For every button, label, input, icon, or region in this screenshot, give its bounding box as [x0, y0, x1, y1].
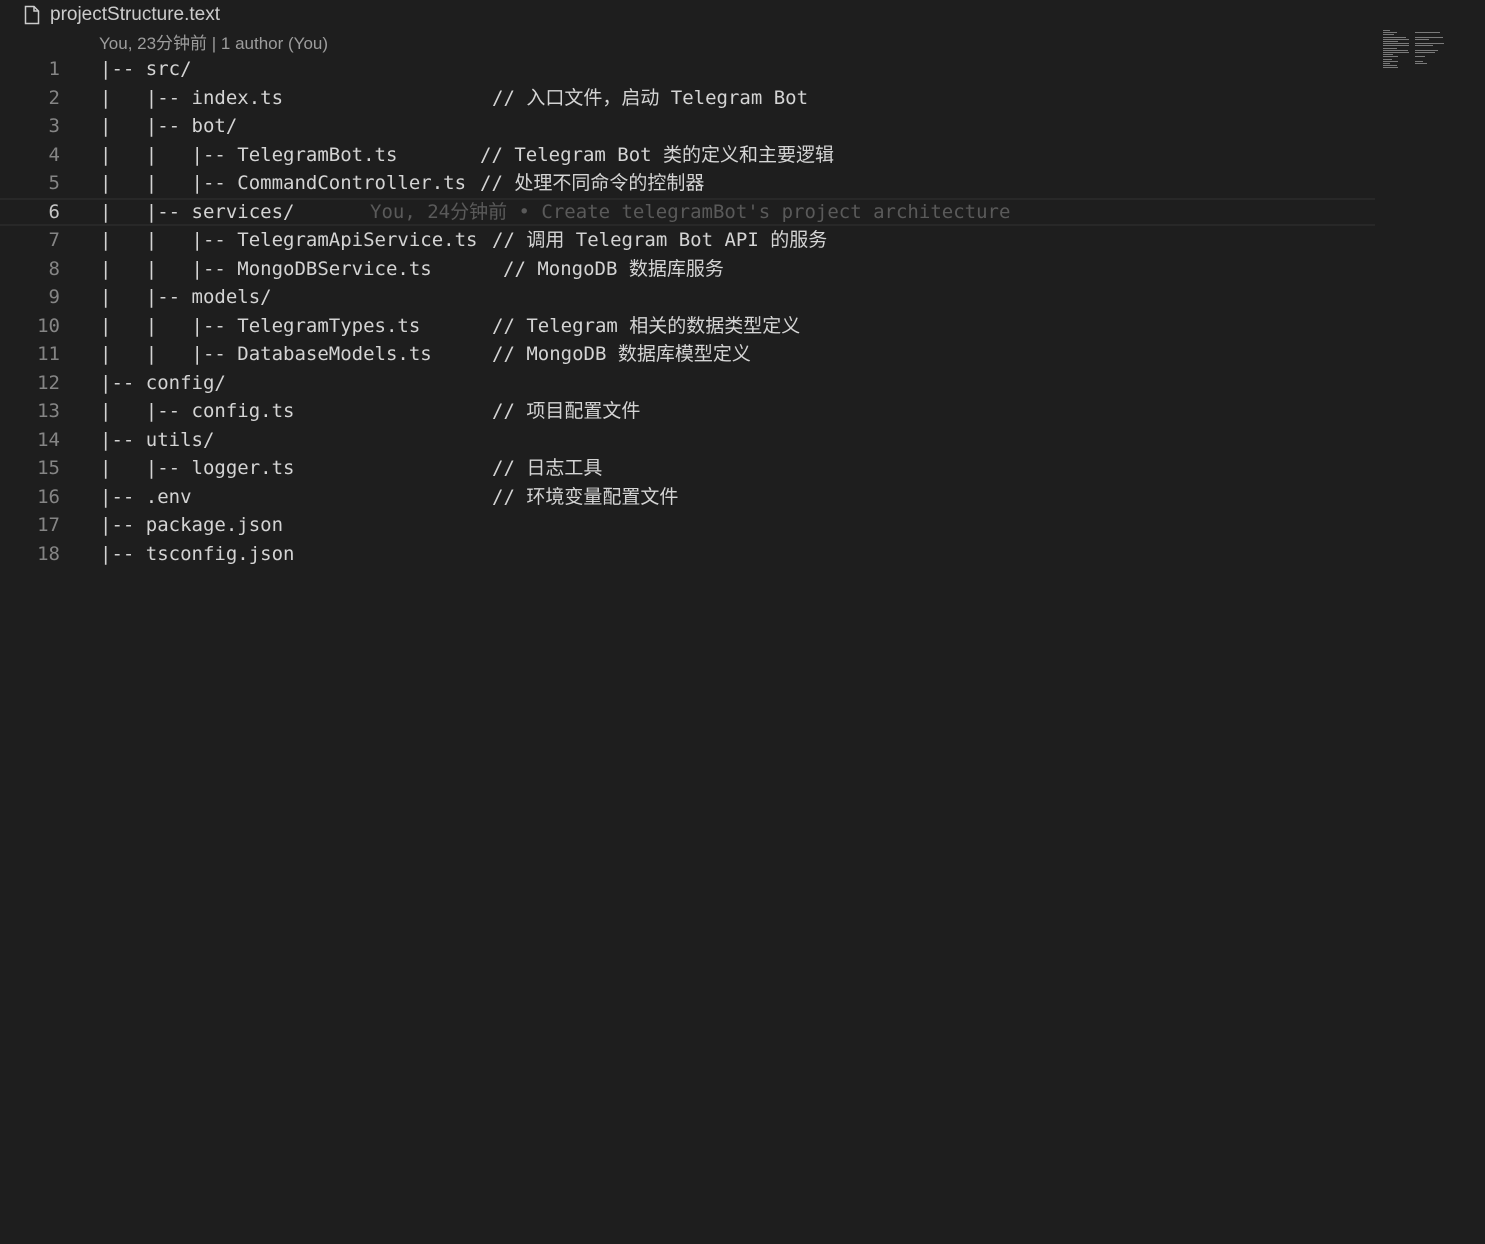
editor-tab-header[interactable]: projectStructure.text	[24, 2, 220, 28]
code-editor[interactable]: 1 |-- src/2 | |-- index.ts // 入口文件，启动 Teleg…	[0, 55, 1375, 568]
minimap-comment	[1415, 52, 1435, 53]
code-text: | |-- index.ts	[100, 86, 284, 109]
code-comment: // 项目配置文件	[492, 400, 641, 422]
code-comment: // 处理不同命令的控制器	[480, 172, 705, 194]
line-number: 18	[37, 542, 60, 565]
minimap-line	[1383, 38, 1409, 40]
code-line[interactable]: 8 | | |-- MongoDBService.ts // MongoDB 数据库…	[0, 255, 1375, 284]
minimap-comment	[1415, 43, 1444, 45]
minimap-line	[1383, 43, 1409, 45]
code-text: |-- package.json	[100, 514, 284, 536]
minimap-line	[1383, 45, 1409, 47]
line-number: 12	[37, 371, 60, 394]
code-text: | |-- config.ts	[100, 400, 295, 422]
code-text: |-- config/	[100, 371, 226, 394]
code-text: | | |-- MongoDBService.ts	[100, 257, 432, 280]
line-number: 2	[48, 86, 60, 109]
code-text: | | |-- DatabaseModels.ts	[100, 343, 432, 365]
line-number: 1	[48, 58, 60, 80]
minimap-line	[1383, 36, 1407, 38]
code-comment: // 环境变量配置文件	[492, 485, 679, 508]
code-line[interactable]: 5 | | |-- CommandController.ts // 处理不同命令的控…	[0, 169, 1375, 198]
code-line[interactable]: 11 | | |-- DatabaseModels.ts // MongoDB 数据…	[0, 340, 1375, 369]
minimap-line	[1383, 65, 1398, 67]
code-line[interactable]: 9 | |-- models/	[0, 283, 1375, 312]
code-line[interactable]: 10 | | |-- TelegramTypes.ts // Telegram 相关…	[0, 312, 1375, 341]
inline-blame-annotation: You, 24分钟前 • Create telegramBot's projec…	[370, 200, 1011, 223]
code-text: | | |-- TelegramBot.ts	[100, 143, 398, 166]
minimap-line	[1383, 30, 1391, 31]
minimap-comment	[1415, 32, 1441, 34]
code-line[interactable]: 1 |-- src/	[0, 55, 1375, 84]
code-line[interactable]: 3 | |-- bot/	[0, 112, 1375, 141]
code-text: | |-- bot/	[100, 115, 238, 137]
code-text: | | |-- TelegramApiService.ts	[100, 229, 478, 251]
line-number: 5	[48, 172, 60, 194]
minimap-line	[1383, 60, 1399, 62]
code-line[interactable]: 2 | |-- index.ts // 入口文件，启动 Telegram Bot	[0, 84, 1375, 113]
minimap-line	[1383, 58, 1392, 60]
minimap-line	[1383, 56, 1399, 58]
code-text: |-- src/	[100, 58, 192, 80]
code-comment: // Telegram Bot 类的定义和主要逻辑	[480, 143, 835, 166]
code-line[interactable]: 17 |-- package.json	[0, 511, 1375, 540]
minimap-line	[1383, 63, 1391, 64]
code-text: |-- tsconfig.json	[100, 542, 295, 565]
minimap[interactable]	[1381, 30, 1451, 70]
minimap-comment	[1415, 38, 1430, 40]
line-number: 8	[48, 257, 60, 280]
line-number: 11	[37, 343, 60, 365]
minimap-comment	[1415, 36, 1443, 38]
code-line[interactable]: 6 | |-- services/You, 24分钟前 • Create tele…	[0, 197, 1375, 226]
minimap-line	[1383, 34, 1394, 36]
code-line[interactable]: 13 | |-- config.ts // 项目配置文件	[0, 397, 1375, 426]
minimap-comment	[1415, 56, 1425, 58]
code-line[interactable]: 14 |-- utils/	[0, 426, 1375, 455]
minimap-line	[1383, 41, 1399, 42]
code-comment: // 日志工具	[492, 457, 603, 479]
minimap-line	[1383, 54, 1393, 56]
line-number: 14	[37, 428, 60, 451]
code-text: | |-- models/	[100, 286, 272, 308]
code-text: |-- utils/	[100, 428, 215, 451]
minimap-line	[1383, 47, 1397, 49]
minimap-line	[1383, 52, 1409, 53]
code-line[interactable]: 12 |-- config/	[0, 369, 1375, 398]
code-text: | | |-- CommandController.ts	[100, 172, 467, 194]
line-number: 10	[37, 314, 60, 337]
code-text: | |-- logger.ts	[100, 457, 295, 479]
code-comment: // 入口文件，启动 Telegram Bot	[492, 86, 809, 109]
code-line[interactable]: 7 | | |-- TelegramApiService.ts // 调用 Tele…	[0, 226, 1375, 255]
line-number: 13	[37, 400, 60, 422]
line-number: 9	[48, 286, 60, 308]
code-text: | | |-- TelegramTypes.ts	[100, 314, 421, 337]
blame-codelens[interactable]: You, 23分钟前 | 1 author (You)	[99, 32, 328, 56]
minimap-line	[1383, 32, 1398, 34]
minimap-comment	[1415, 63, 1428, 64]
minimap-line	[1383, 67, 1399, 69]
line-number: 6	[48, 200, 60, 223]
file-name: projectStructure.text	[50, 4, 221, 25]
code-line[interactable]: 16 |-- .env // 环境变量配置文件	[0, 483, 1375, 512]
line-number: 4	[48, 143, 60, 166]
minimap-comment	[1415, 45, 1433, 47]
code-line[interactable]: 4 | | |-- TelegramBot.ts // Telegram Bot 类…	[0, 141, 1375, 170]
minimap-comment	[1415, 49, 1439, 51]
line-number: 17	[37, 514, 60, 536]
file-icon	[24, 5, 40, 25]
line-number: 7	[48, 229, 60, 251]
code-line[interactable]: 15 | |-- logger.ts // 日志工具	[0, 454, 1375, 483]
line-number: 3	[48, 115, 60, 137]
line-number: 16	[37, 485, 60, 508]
code-text: |-- .env	[100, 485, 192, 508]
minimap-comment	[1415, 60, 1423, 62]
line-number: 15	[37, 457, 60, 479]
code-comment: // 调用 Telegram Bot API 的服务	[492, 229, 828, 251]
code-text: | |-- services/	[100, 200, 295, 223]
code-line[interactable]: 18 |-- tsconfig.json	[0, 540, 1375, 569]
code-comment: // MongoDB 数据库服务	[503, 257, 724, 280]
minimap-line	[1383, 49, 1409, 51]
code-comment: // MongoDB 数据库模型定义	[492, 343, 751, 365]
code-comment: // Telegram 相关的数据类型定义	[492, 314, 801, 337]
